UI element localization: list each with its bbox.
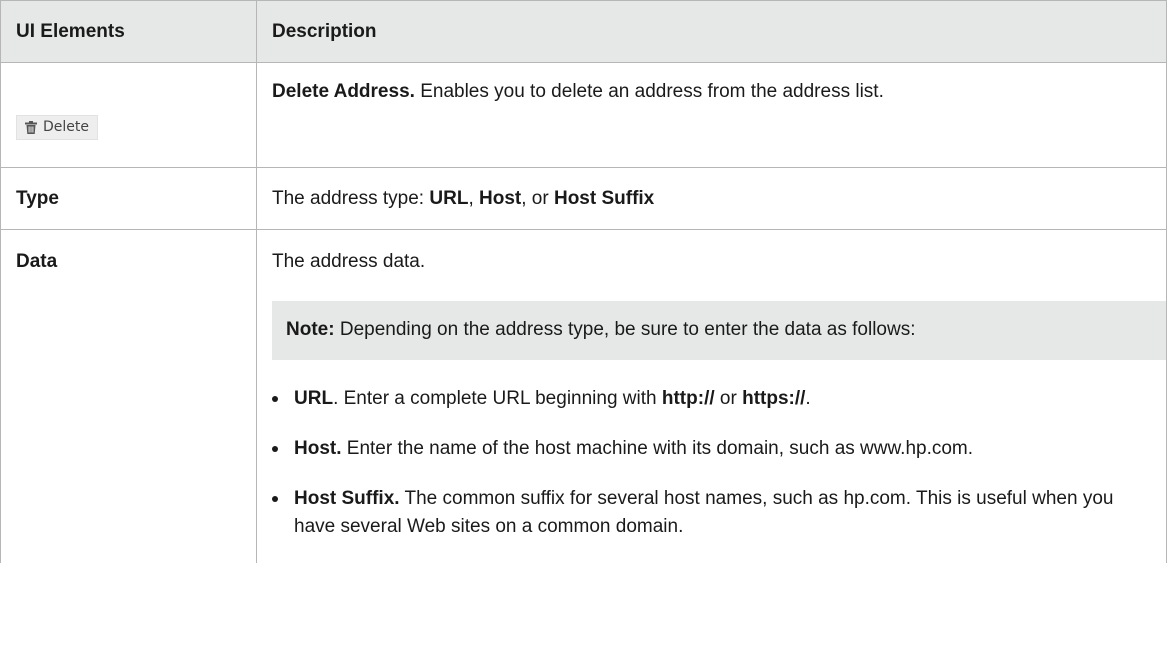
type-opt-host-suffix: Host Suffix xyxy=(553,187,655,209)
element-cell-type: Type xyxy=(0,167,257,230)
delete-desc-title: Delete Address. xyxy=(272,81,415,102)
note-label: Note: xyxy=(286,319,335,340)
ui-elements-table: UI Elements Description Delete Delete Ad… xyxy=(0,0,1167,564)
element-cell-delete: Delete xyxy=(0,62,257,168)
delete-description: Delete Address. Enables you to delete an… xyxy=(272,63,1152,107)
table-row-type: Type The address type: URL, Host, or Hos… xyxy=(0,167,1167,230)
bullet-url-code-https: https:// xyxy=(742,388,806,409)
note-box: Note: Depending on the address type, be … xyxy=(272,301,1167,360)
element-data-label: Data xyxy=(16,251,58,272)
delete-button[interactable]: Delete xyxy=(16,115,98,140)
type-opt-url: URL xyxy=(429,187,469,209)
bullet-url-text-c: . xyxy=(805,388,811,409)
table-header-row: UI Elements Description xyxy=(0,0,1167,63)
element-cell-data: Data xyxy=(0,229,257,564)
bullet-host-text: Enter the name of the host machine with … xyxy=(346,438,974,460)
bullet-url-title: URL xyxy=(294,388,334,409)
description-cell-delete: Delete Address. Enables you to delete an… xyxy=(256,62,1167,168)
list-item-host-suffix: Host Suffix. The common suffix for sever… xyxy=(272,485,1152,541)
header-ui-elements: UI Elements xyxy=(0,0,257,63)
trash-icon xyxy=(25,120,37,134)
table-row-delete: Delete Delete Address. Enables you to de… xyxy=(0,62,1167,168)
bullet-suffix-text: The common suffix for several host names… xyxy=(294,488,1114,538)
bullet-url-text-b: or xyxy=(714,388,743,409)
type-opt-host: Host xyxy=(479,187,522,209)
list-item-url: URL. Enter a complete URL beginning with… xyxy=(272,385,1152,413)
address-type-list: URL. Enter a complete URL beginning with… xyxy=(272,385,1152,541)
list-item-host: Host. Enter the name of the host machine… xyxy=(272,435,1152,463)
data-desc-text: The address data. xyxy=(272,251,426,272)
description-cell-data: The address data. Note: Depending on the… xyxy=(256,229,1167,564)
note-text: Depending on the address type, be sure t… xyxy=(339,319,916,340)
bullet-host-title: Host. xyxy=(294,438,342,460)
bullet-suffix-title: Host Suffix. xyxy=(294,488,400,510)
bullet-url-code-http: http:// xyxy=(661,388,715,409)
header-description: Description xyxy=(256,0,1167,63)
type-sep-1: , xyxy=(468,187,479,209)
bullet-url-text-a: . Enter a complete URL beginning with xyxy=(333,388,662,409)
description-cell-type: The address type: URL, Host, or Host Suf… xyxy=(256,167,1167,230)
delete-desc-text: Enables you to delete an address from th… xyxy=(420,81,884,102)
type-sep-2: , or xyxy=(521,187,554,209)
data-description: The address data. xyxy=(272,230,1152,273)
table-row-data: Data The address data. Note: Depending o… xyxy=(0,229,1167,564)
type-desc-prefix: The address type: xyxy=(272,187,430,209)
delete-button-label: Delete xyxy=(43,119,89,135)
element-type-label: Type xyxy=(16,187,59,209)
